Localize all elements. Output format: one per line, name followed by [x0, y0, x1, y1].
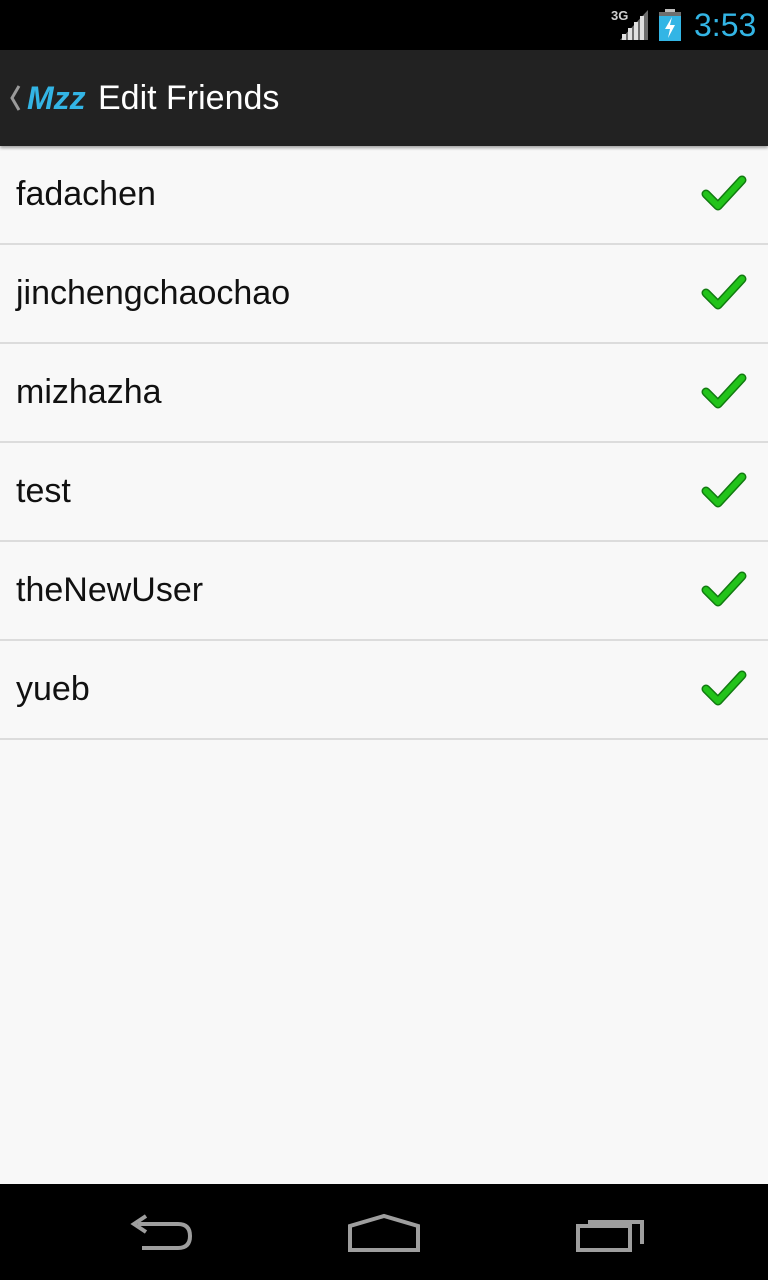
chevron-left-icon — [10, 85, 21, 111]
screen: 3G 3:53 Mzz Edit Friends fadachen jinche… — [0, 0, 768, 1280]
page-title: Edit Friends — [98, 79, 280, 117]
list-item[interactable]: fadachen — [0, 146, 768, 245]
list-item[interactable]: jinchengchaochao — [0, 245, 768, 344]
checkmark-icon[interactable] — [700, 568, 748, 612]
checkmark-icon[interactable] — [700, 370, 748, 414]
up-button[interactable]: Mzz — [0, 50, 92, 146]
list-item[interactable]: theNewUser — [0, 542, 768, 641]
friend-list: fadachen jinchengchaochao mizhazha test — [0, 146, 768, 740]
navigation-bar — [0, 1184, 768, 1280]
list-item[interactable]: test — [0, 443, 768, 542]
friend-name: fadachen — [16, 175, 156, 213]
checkmark-icon[interactable] — [700, 172, 748, 216]
signal-icon — [620, 10, 648, 40]
friend-name: test — [16, 472, 71, 510]
friend-name: theNewUser — [16, 571, 204, 609]
battery-charging-icon — [659, 9, 681, 41]
status-clock: 3:53 — [694, 7, 757, 43]
friend-name: mizhazha — [16, 373, 162, 411]
home-icon[interactable] — [344, 1204, 424, 1260]
friend-name: jinchengchaochao — [16, 274, 291, 312]
checkmark-icon[interactable] — [700, 667, 748, 711]
status-bar: 3G 3:53 — [0, 0, 768, 50]
recents-icon[interactable] — [570, 1204, 650, 1260]
checkmark-icon[interactable] — [700, 469, 748, 513]
back-icon[interactable] — [120, 1204, 200, 1260]
app-logo: Mzz — [27, 80, 86, 116]
checkmark-icon[interactable] — [700, 271, 748, 315]
list-item[interactable]: yueb — [0, 641, 768, 740]
list-item[interactable]: mizhazha — [0, 344, 768, 443]
friend-name: yueb — [16, 670, 90, 708]
action-bar: Mzz Edit Friends — [0, 50, 768, 146]
